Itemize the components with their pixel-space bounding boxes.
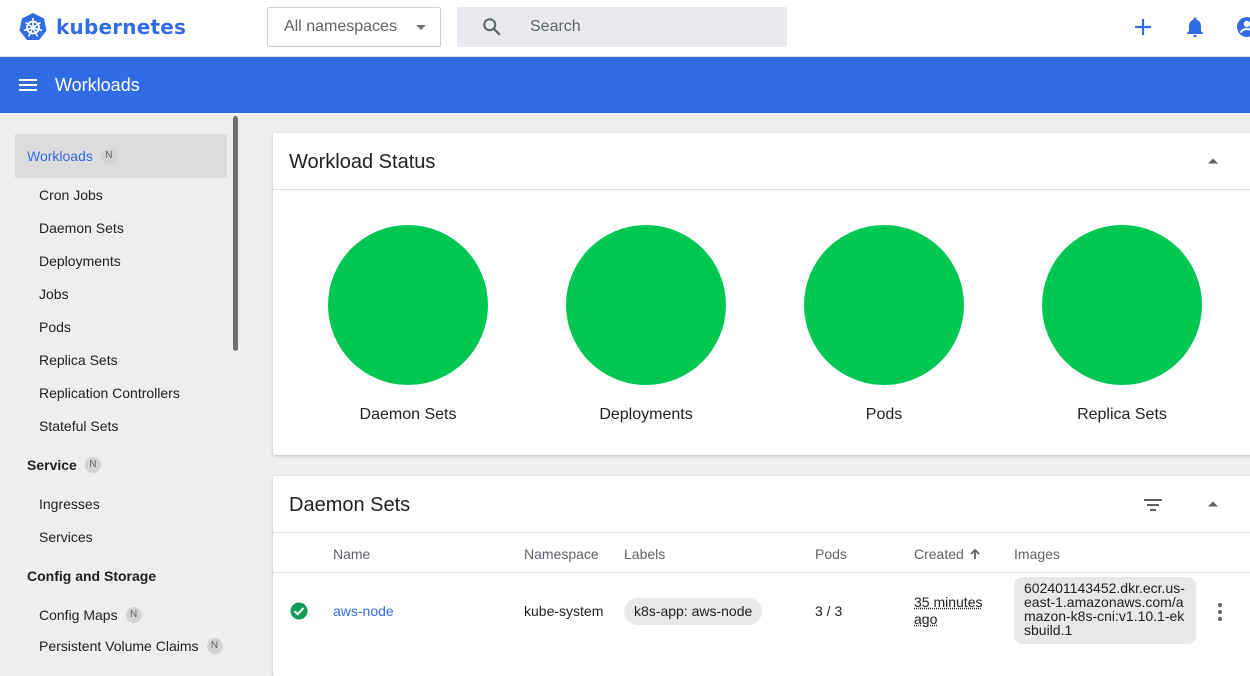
created-cell: 35 minutes ago	[914, 594, 994, 628]
status-pie-chart	[1042, 225, 1202, 385]
top-bar: kubernetes All namespaces	[0, 0, 1250, 57]
sidebar-item-label: Daemon Sets	[39, 220, 124, 236]
account-icon[interactable]	[1235, 15, 1250, 39]
column-header-labels: Labels	[624, 546, 666, 562]
check-circle-icon	[290, 602, 308, 620]
card-title: Workload Status	[289, 151, 436, 173]
sidebar-item-label: Workloads	[27, 148, 93, 164]
sidebar-item-label: Cron Jobs	[39, 187, 103, 203]
namespaced-badge: N	[206, 638, 223, 654]
sidebar-item-label: Service	[27, 457, 77, 473]
sidebar-item-label: Config and Storage	[27, 568, 157, 584]
namespace-select[interactable]: All namespaces	[267, 7, 441, 47]
sidebar-item-pods[interactable]: Pods	[39, 319, 71, 335]
search-input[interactable]	[530, 7, 770, 47]
sidebar-item-cron-jobs[interactable]: Cron Jobs	[39, 187, 103, 203]
status-label: Deployments	[599, 406, 693, 423]
sidebar-item-config-and-storage[interactable]: Config and Storage	[15, 554, 227, 598]
status-deployments[interactable]: Deployments	[546, 225, 746, 424]
status-label: Pods	[865, 406, 903, 423]
app-bar: Workloads	[0, 57, 1250, 113]
status-replica-sets[interactable]: Replica Sets	[1022, 225, 1222, 424]
menu-icon[interactable]	[16, 73, 40, 97]
sidebar-item-label: Replication Controllers	[39, 385, 180, 401]
card-title: Daemon Sets	[289, 494, 411, 516]
filter-icon[interactable]	[1143, 498, 1163, 512]
label-chip: k8s-app: aws-node	[624, 598, 763, 625]
sidebar-item-replica-sets[interactable]: Replica Sets	[39, 352, 118, 368]
namespace-cell: kube-system	[524, 603, 604, 619]
card-divider	[273, 532, 1250, 533]
sidebar-item-label: Stateful Sets	[39, 418, 119, 434]
sidebar-item-ingresses[interactable]: Ingresses	[39, 496, 100, 512]
column-header-label: Created	[914, 546, 964, 562]
sidebar-item-stateful-sets[interactable]: Stateful Sets	[39, 418, 118, 434]
sidebar-item-label: Replica Sets	[39, 352, 118, 368]
search-icon	[483, 18, 501, 36]
image-chip: 602401143452.dkr.ecr.us-east-1.amazonaws…	[1014, 577, 1196, 644]
sidebar-item-service[interactable]: Service N	[15, 443, 227, 487]
page-title: Workloads	[55, 75, 140, 95]
dropdown-caret-icon	[416, 25, 426, 30]
created-value: 35 minutes ago	[914, 594, 983, 627]
sidebar-item-label: Config Maps	[39, 607, 118, 623]
column-header-created[interactable]: Created	[914, 546, 981, 562]
main-content: Workload Status Daemon Sets Deployments …	[241, 113, 1250, 676]
sidebar-item-workloads[interactable]: Workloads N	[15, 134, 227, 178]
status-pie-chart	[804, 225, 964, 385]
card-divider	[273, 189, 1250, 190]
status-pie-chart	[328, 225, 488, 385]
collapse-icon[interactable]	[1207, 500, 1219, 508]
workload-status-card: Workload Status Daemon Sets Deployments …	[273, 133, 1250, 455]
sidebar-item-replication-controllers[interactable]: Replication Controllers	[39, 385, 180, 401]
sidebar-item-services[interactable]: Services	[39, 529, 93, 545]
search-bar	[457, 7, 787, 47]
sidebar-item-label: Persistent Volume Claims	[39, 638, 199, 654]
namespaced-badge: N	[125, 607, 142, 623]
sidebar-item-label: Ingresses	[39, 496, 100, 512]
namespaced-badge: N	[100, 148, 117, 164]
pods-cell: 3 / 3	[815, 603, 843, 619]
more-vert-icon[interactable]	[1217, 602, 1223, 622]
sidebar: Workloads N Cron Jobs Daemon Sets Deploy…	[0, 113, 241, 654]
status-label: Daemon Sets	[359, 406, 457, 423]
column-header-name[interactable]: Name	[333, 546, 370, 562]
resource-name-link[interactable]: aws-node	[333, 603, 394, 619]
status-pie-chart	[566, 225, 726, 385]
namespaced-badge: N	[84, 457, 101, 473]
header-divider	[273, 572, 1250, 573]
status-pods[interactable]: Pods	[784, 225, 984, 424]
kubernetes-logo[interactable]: kubernetes	[18, 12, 186, 42]
column-header-namespace[interactable]: Namespace	[524, 546, 599, 562]
sidebar-item-label: Pods	[39, 319, 71, 335]
sidebar-item-persistent-volume-claims[interactable]: Persistent Volume Claims N	[39, 638, 223, 654]
notifications-icon[interactable]	[1183, 15, 1207, 39]
column-header-images: Images	[1014, 546, 1060, 562]
sidebar-item-config-maps[interactable]: Config Maps N	[39, 607, 142, 623]
sidebar-item-label: Services	[39, 529, 93, 545]
add-icon[interactable]	[1131, 15, 1155, 39]
sidebar-item-jobs[interactable]: Jobs	[39, 286, 69, 302]
sidebar-item-label: Deployments	[39, 253, 121, 269]
kubernetes-wheel-icon	[19, 13, 47, 40]
logo-text: kubernetes	[56, 15, 187, 39]
status-daemon-sets[interactable]: Daemon Sets	[308, 225, 508, 424]
collapse-icon[interactable]	[1207, 157, 1219, 165]
sidebar-item-label: Jobs	[39, 286, 69, 302]
column-header-pods: Pods	[815, 546, 847, 562]
sidebar-scrollbar[interactable]	[233, 116, 238, 351]
namespace-select-value: All namespaces	[284, 18, 397, 35]
daemon-sets-card: Daemon Sets Name Namespace Labels Pods C…	[273, 476, 1250, 676]
sort-ascending-icon	[970, 548, 980, 559]
status-label: Replica Sets	[1077, 406, 1167, 423]
sidebar-item-daemon-sets[interactable]: Daemon Sets	[39, 220, 124, 236]
sidebar-item-deployments[interactable]: Deployments	[39, 253, 121, 269]
